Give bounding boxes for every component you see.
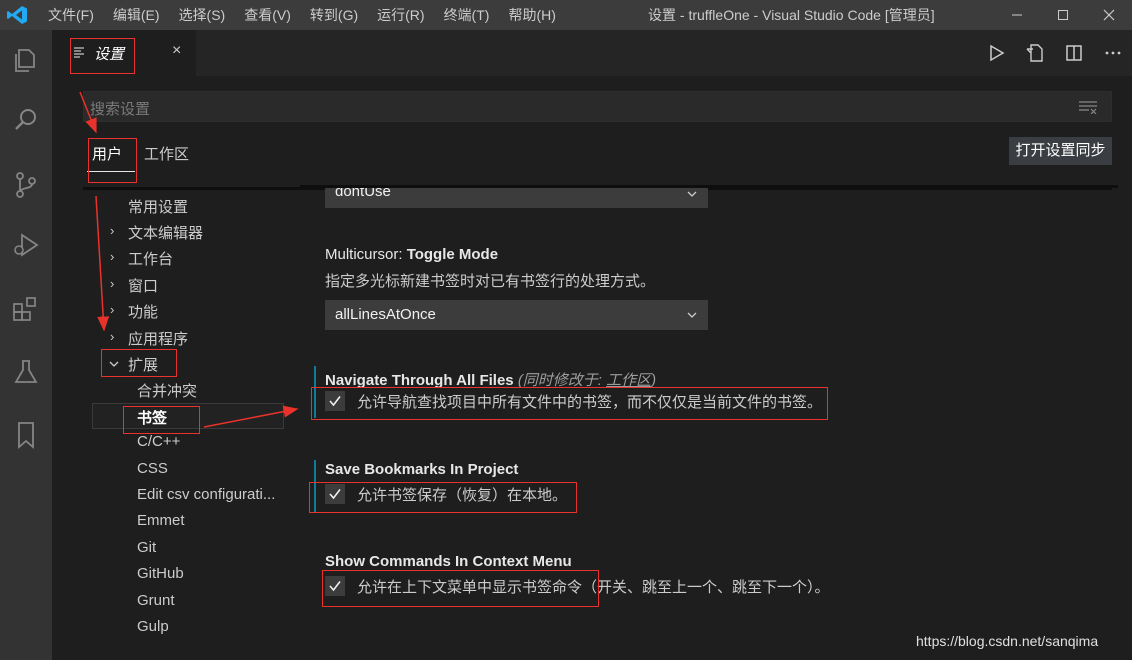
toc-ext-gulp[interactable]: Gulp: [137, 618, 169, 635]
dropdown-value: allLinesAtOnce: [335, 306, 436, 323]
menu-file[interactable]: 文件(F): [48, 0, 94, 30]
run-button[interactable]: [976, 30, 1015, 76]
watermark-text: https://blog.csdn.net/sanqima: [916, 633, 1099, 649]
menu-run[interactable]: 运行(R): [377, 0, 424, 30]
toc-ext-edit-csv[interactable]: Edit csv configurati...: [137, 486, 275, 503]
chevron-right-icon: ›: [110, 249, 115, 264]
toc-common[interactable]: 常用设置: [128, 196, 188, 217]
chevron-down-icon: [687, 312, 697, 318]
menu-terminal[interactable]: 终端(T): [444, 0, 490, 30]
run-debug-icon[interactable]: [11, 230, 41, 260]
setting-title-show-commands: Show Commands In Context Menu: [325, 553, 572, 570]
play-icon: [989, 44, 1004, 62]
ellipsis-icon: [1105, 51, 1120, 55]
editor-actions: [976, 30, 1132, 76]
setting-title-save-bookmarks: Save Bookmarks In Project: [325, 461, 518, 478]
tab-close-button[interactable]: ×: [172, 42, 181, 60]
title-bar: 文件(F) 编辑(E) 选择(S) 查看(V) 转到(G) 运行(R) 终端(T…: [0, 0, 1132, 30]
chevron-right-icon: ›: [110, 302, 115, 317]
tab-workspace-settings[interactable]: 工作区: [144, 143, 189, 164]
bookmarks-icon[interactable]: [11, 420, 41, 450]
more-actions-button[interactable]: [1093, 30, 1132, 76]
split-editor-button[interactable]: [1054, 30, 1093, 76]
annotation-box-extensions: [101, 349, 177, 377]
arrow-user-to-extensions: [95, 195, 110, 332]
minimize-button[interactable]: [994, 0, 1040, 30]
setting-category: Multicursor:: [325, 246, 407, 263]
toc-ext-cpp[interactable]: C/C++: [137, 433, 180, 450]
setting-name: Save Bookmarks In Project: [325, 461, 519, 478]
window-controls: [994, 0, 1132, 30]
toc-workbench[interactable]: 工作台: [128, 248, 173, 269]
setting-description: 指定多光标新建书签时对已有书签行的处理方式。: [325, 273, 656, 290]
window-title: 设置 - truffleOne - Visual Studio Code [管理…: [648, 7, 935, 23]
chevron-right-icon: ›: [110, 223, 115, 238]
split-editor-icon: [1065, 45, 1082, 61]
toc-ext-merge-conflict[interactable]: 合并冲突: [137, 380, 197, 401]
annotation-box-show-commands: [322, 570, 599, 607]
settings-scrollbar[interactable]: [1118, 190, 1132, 645]
maximize-button[interactable]: [1040, 0, 1086, 30]
testing-icon[interactable]: [11, 357, 41, 387]
menu-view[interactable]: 查看(V): [244, 0, 291, 30]
annotation-box-navigate: [311, 387, 828, 420]
menu-edit[interactable]: 编辑(E): [113, 0, 160, 30]
annotation-box-save-bookmarks: [309, 482, 577, 513]
toc-ext-css[interactable]: CSS: [137, 460, 168, 477]
setting-name: Toggle Mode: [406, 246, 499, 263]
chevron-right-icon: ›: [110, 276, 115, 291]
open-settings-sync-button[interactable]: 打开设置同步: [1009, 137, 1112, 165]
chevron-right-icon: ›: [110, 329, 115, 344]
toc-ext-github[interactable]: GitHub: [137, 565, 184, 582]
clear-filter-icon[interactable]: [1079, 100, 1097, 114]
toc-ext-git[interactable]: Git: [137, 539, 156, 556]
toggle-mode-dropdown[interactable]: allLinesAtOnce: [325, 300, 708, 330]
toc-application[interactable]: 应用程序: [128, 328, 188, 349]
source-control-icon[interactable]: [11, 170, 41, 200]
toc-text-editor[interactable]: 文本编辑器: [128, 222, 203, 243]
close-window-button[interactable]: [1086, 0, 1132, 30]
annotation-box-user-tab: [88, 138, 137, 183]
toc-ext-emmet[interactable]: Emmet: [137, 512, 185, 529]
menu-help[interactable]: 帮助(H): [508, 0, 555, 30]
activity-bar: [0, 30, 52, 660]
close-icon: [1103, 9, 1115, 21]
open-settings-json-button[interactable]: [1015, 30, 1054, 76]
toc-ext-grunt[interactable]: Grunt: [137, 592, 175, 609]
search-icon[interactable]: [11, 105, 41, 135]
menu-selection[interactable]: 选择(S): [179, 0, 226, 30]
menu-bar: 文件(F) 编辑(E) 选择(S) 查看(V) 转到(G) 运行(R) 终端(T…: [48, 0, 575, 30]
editor-tab-bar: 设置 ×: [52, 30, 1132, 76]
toc-window[interactable]: 窗口: [128, 275, 158, 296]
minimize-icon: [1012, 14, 1022, 16]
extensions-icon[interactable]: [11, 294, 41, 324]
annotation-box-settings-tab: [70, 38, 135, 74]
maximize-icon: [1058, 10, 1068, 20]
search-placeholder: 搜索设置: [90, 101, 151, 118]
toc-features[interactable]: 功能: [128, 301, 158, 322]
search-settings-input[interactable]: 搜索设置: [83, 91, 1112, 122]
open-file-icon: [1026, 44, 1043, 62]
annotation-box-bookmarks: [123, 406, 200, 434]
setting-name: Show Commands In Context Menu: [325, 553, 572, 570]
setting-title-multicursor: Multicursor: Toggle Mode: [325, 246, 498, 263]
vscode-logo-icon: [7, 6, 27, 24]
chevron-down-icon: [687, 191, 697, 197]
menu-go[interactable]: 转到(G): [310, 0, 358, 30]
explorer-icon[interactable]: [11, 45, 41, 75]
